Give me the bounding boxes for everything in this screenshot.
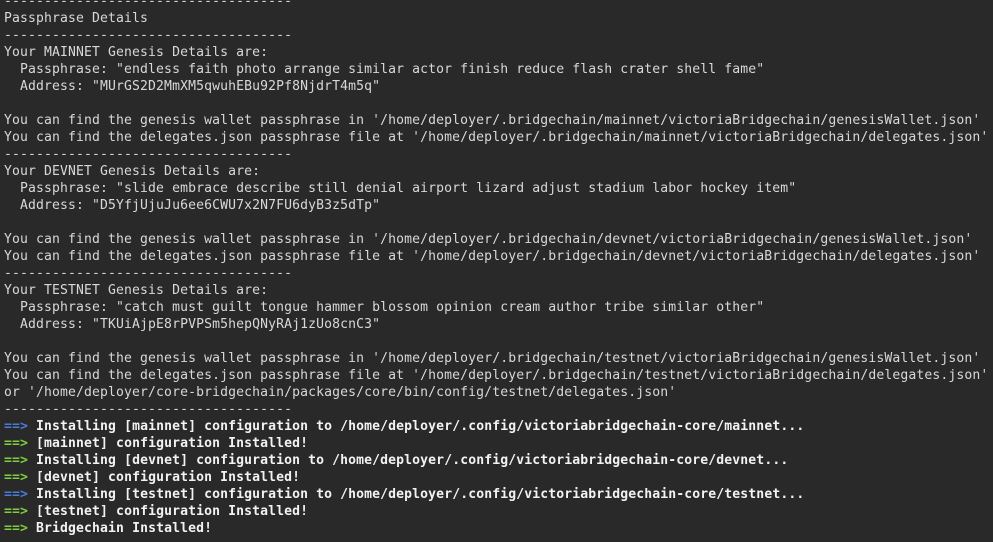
arrow-icon: ==> (4, 470, 29, 485)
status-line-testnet-installed: ==> [testnet] configuration Installed! (4, 503, 993, 520)
testnet-delegates-path: You can find the delegates.json passphra… (4, 368, 989, 383)
devnet-genesis-wallet-path: You can find the genesis wallet passphra… (4, 232, 973, 247)
testnet-genesis-wallet-path: You can find the genesis wallet passphra… (4, 351, 981, 366)
mainnet-genesis-wallet-path: You can find the genesis wallet passphra… (4, 113, 981, 128)
separator-line: ------------------------------------ (4, 147, 293, 162)
arrow-icon: ==> (4, 521, 29, 535)
status-line-install-mainnet: ==> Installing [mainnet] configuration t… (4, 418, 993, 435)
mainnet-heading: Your MAINNET Genesis Details are: (4, 45, 269, 60)
arrow-icon: ==> (4, 436, 29, 451)
devnet-heading: Your DEVNET Genesis Details are: (4, 164, 261, 179)
status-line-devnet-installed: ==> [devnet] configuration Installed! (4, 469, 993, 486)
separator-line: ------------------------------------ (4, 28, 293, 43)
separator-line: ------------------------------------ (4, 402, 293, 417)
status-text: Installing [devnet] configuration to /ho… (36, 453, 789, 468)
separator-line: ------------------------------------ (4, 0, 293, 9)
status-text: Installing [mainnet] configuration to /h… (36, 419, 805, 434)
arrow-icon: ==> (4, 419, 29, 434)
testnet-delegates-alt-path: or '/home/deployer/core-bridgechain/pack… (4, 385, 677, 400)
mainnet-delegates-path: You can find the delegates.json passphra… (4, 130, 989, 145)
mainnet-passphrase: Passphrase: "endless faith photo arrange… (4, 62, 765, 77)
testnet-address: Address: "TKUiAjpE8rPVPSm5hepQNyRAj1zUo8… (4, 317, 381, 332)
status-line-bridgechain-installed: ==> Bridgechain Installed! (4, 520, 993, 535)
mainnet-address: Address: "MUrGS2D2MmXM5qwuhEBu92Pf8NjdrT… (4, 79, 381, 94)
status-line-install-devnet: ==> Installing [devnet] configuration to… (4, 452, 993, 469)
arrow-icon: ==> (4, 504, 29, 519)
testnet-passphrase: Passphrase: "catch must guilt tongue ham… (4, 300, 765, 315)
devnet-passphrase: Passphrase: "slide embrace describe stil… (4, 181, 797, 196)
devnet-delegates-path: You can find the delegates.json passphra… (4, 249, 981, 264)
status-text: Installing [testnet] configuration to /h… (36, 487, 805, 502)
status-text: [devnet] configuration Installed! (36, 470, 301, 485)
status-text: [testnet] configuration Installed! (36, 504, 309, 519)
status-line-mainnet-installed: ==> [mainnet] configuration Installed! (4, 435, 993, 452)
testnet-heading: Your TESTNET Genesis Details are: (4, 283, 269, 298)
status-text: Bridgechain Installed! (36, 521, 213, 535)
devnet-address: Address: "D5YfjUjuJu6ee6CWU7x2N7FU6dyB3z… (4, 198, 381, 213)
status-line-install-testnet: ==> Installing [testnet] configuration t… (4, 486, 993, 503)
arrow-icon: ==> (4, 453, 29, 468)
separator-line: ------------------------------------ (4, 266, 293, 281)
arrow-icon: ==> (4, 487, 29, 502)
terminal-output[interactable]: ------------------------------------ Pas… (0, 0, 993, 535)
section-heading: Passphrase Details (4, 11, 149, 26)
status-text: [mainnet] configuration Installed! (36, 436, 309, 451)
